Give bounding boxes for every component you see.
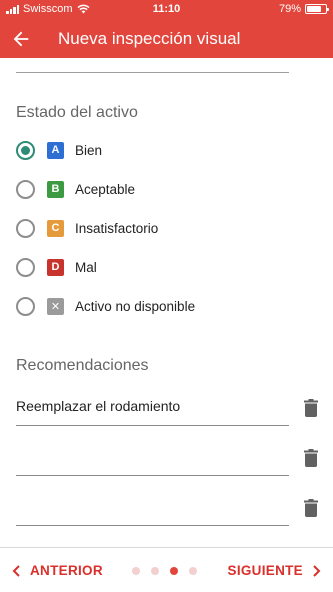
page-dot [170,567,178,575]
estado-section-title: Estado del activo [16,104,138,121]
radio-button[interactable] [16,218,35,238]
badge-c: C [47,219,64,237]
page-indicator [132,567,197,575]
battery-percent: 79% [278,3,301,15]
radio-button[interactable] [16,296,35,316]
recommendation-input-3[interactable] [16,492,289,526]
chevron-left-icon [12,564,20,577]
option-label: Insatisfactorio [75,220,159,236]
page-dot [151,567,159,575]
option-label: Mal [75,259,97,275]
badge-b: B [47,180,64,198]
estado-option-no-disponible[interactable]: ✕ Activo no disponible [16,294,195,318]
recommendation-input-1[interactable]: Reemplazar el rodamiento [16,392,289,426]
estado-option-mal[interactable]: D Mal [16,255,97,279]
estado-option-bien[interactable]: A Bien [16,138,102,162]
trash-icon[interactable] [303,449,319,467]
option-label: Activo no disponible [75,298,196,314]
next-label: SIGUIENTE [227,563,303,578]
battery-icon [305,4,329,14]
status-bar-right: 79% [278,3,329,15]
chevron-right-icon [313,564,321,577]
trash-icon[interactable] [303,399,319,417]
radio-button[interactable] [16,140,35,160]
recomendaciones-section-title: Recomendaciones [16,357,149,374]
wizard-footer: ANTERIOR SIGUIENTE [0,548,333,592]
previous-label: ANTERIOR [30,563,103,578]
badge-x: ✕ [47,297,64,315]
radio-button[interactable] [16,179,35,199]
option-label: Bien [75,142,103,158]
recommendation-input-2[interactable] [16,442,289,476]
page-title: Nueva inspección visual [58,29,241,48]
radio-button[interactable] [16,257,35,277]
estado-option-aceptable[interactable]: B Aceptable [16,177,135,201]
page-dot [132,567,140,575]
status-bar: Swisscom 11:10 79% [0,0,333,20]
app-bar: Nueva inspección visual [0,20,333,58]
estado-option-insatisfactorio[interactable]: C Insatisfactorio [16,216,158,240]
badge-a: A [47,141,64,159]
option-label: Aceptable [75,181,136,197]
trash-icon[interactable] [303,499,319,517]
next-button[interactable]: SIGUIENTE [228,563,321,578]
page-dot [189,567,197,575]
badge-d: D [47,258,64,276]
arrow-left-icon[interactable] [10,28,32,50]
previous-button[interactable]: ANTERIOR [12,563,103,578]
previous-field-underline [16,72,289,73]
